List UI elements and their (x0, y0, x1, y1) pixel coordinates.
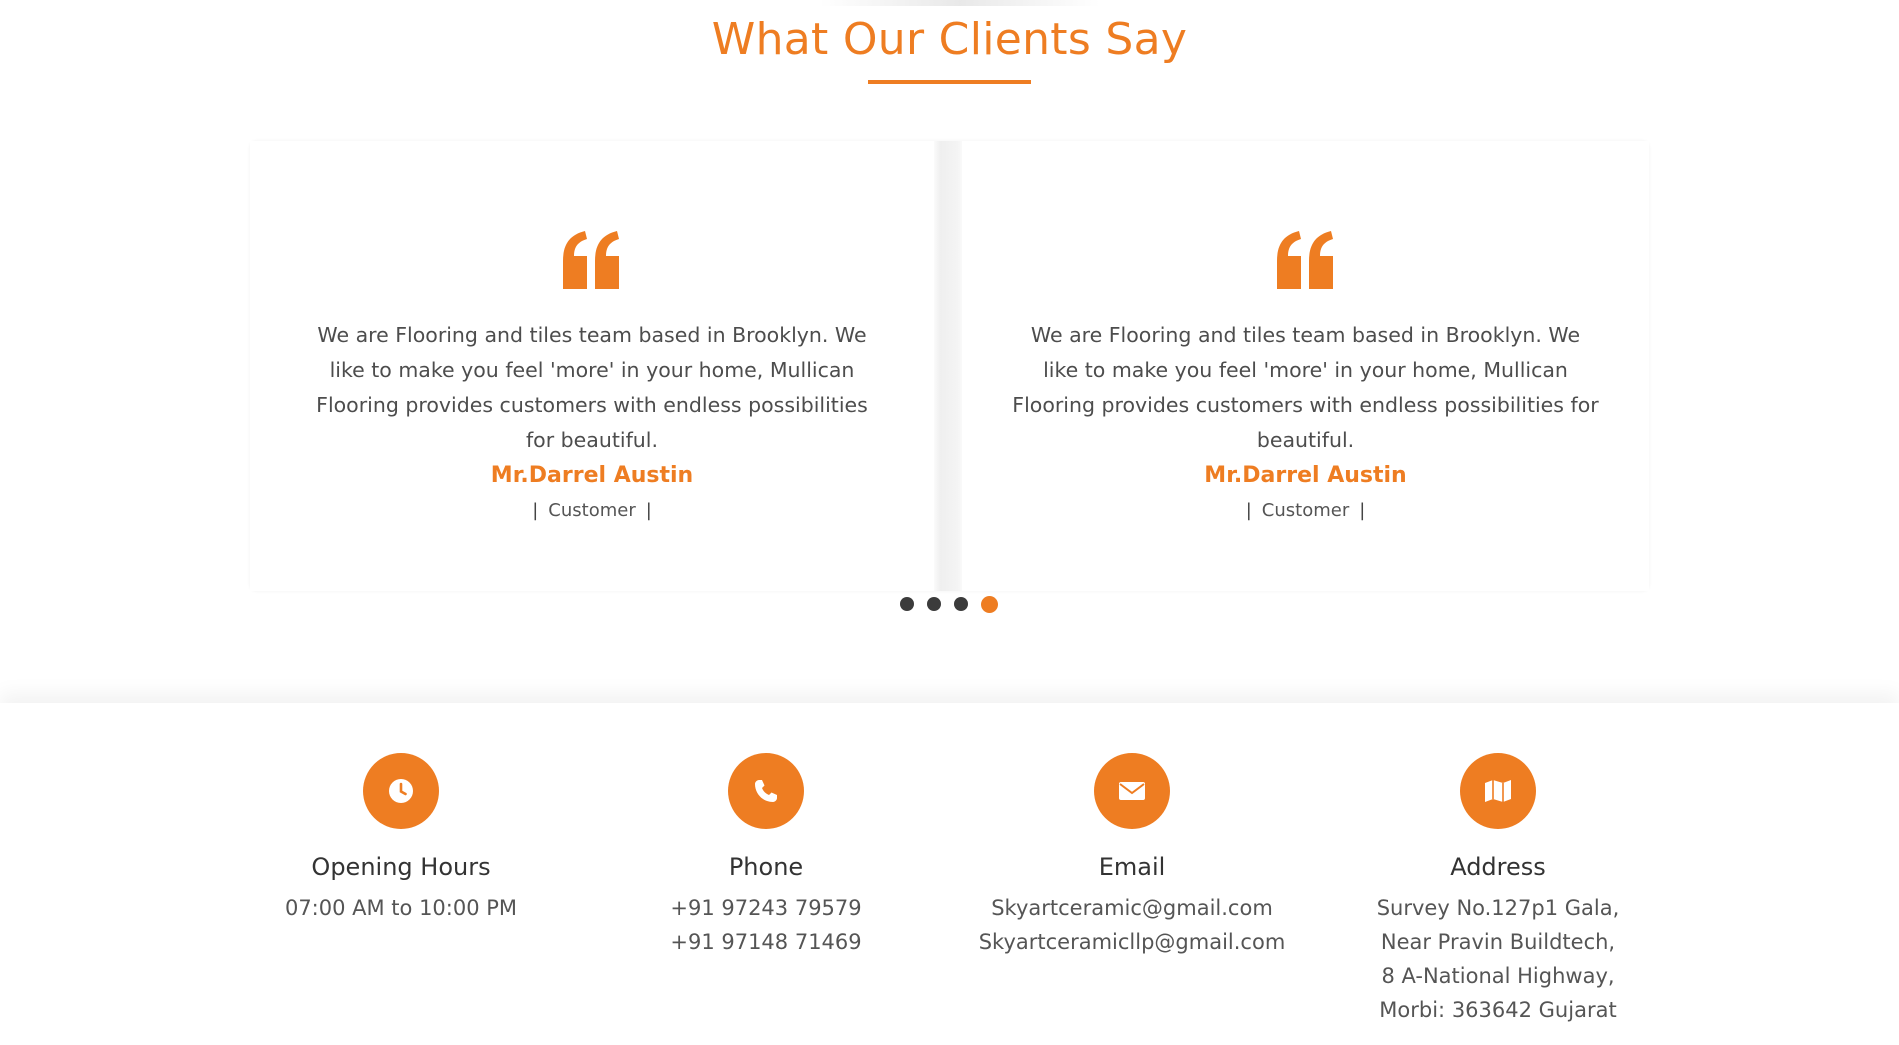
testimonial-quote: We are Flooring and tiles team based in … (316, 323, 868, 452)
clock-icon (363, 753, 439, 829)
address-line: 8 A-National Highway, (1381, 964, 1615, 988)
envelope-icon (1094, 753, 1170, 829)
section-title: What Our Clients Say (711, 14, 1188, 65)
testimonial-card: We are Flooring and tiles team based in … (250, 141, 934, 591)
role-separator-left: | (1245, 500, 1252, 521)
info-lines: Survey No.127p1 Gala, Near Pravin Buildt… (1308, 891, 1688, 1027)
map-icon (1460, 753, 1536, 829)
info-lines: 07:00 AM to 10:00 PM (211, 891, 591, 925)
address-line: Near Pravin Buildtech, (1380, 930, 1616, 954)
email-address[interactable]: Skyartceramicllp@gmail.com (942, 925, 1322, 959)
role-separator-right: | (645, 500, 652, 521)
info-title: Phone (728, 853, 804, 881)
phone-number[interactable]: +91 97148 71469 (576, 925, 956, 959)
info-title: Opening Hours (311, 853, 491, 881)
testimonial-quote: We are Flooring and tiles team based in … (1012, 323, 1599, 452)
quote-icon (962, 225, 1649, 295)
email-address[interactable]: Skyartceramic@gmail.com (942, 891, 1322, 925)
quote-icon (250, 225, 934, 295)
client-role: Customer (548, 500, 636, 521)
testimonial-card: We are Flooring and tiles team based in … (962, 141, 1649, 591)
testimonials-section: What Our Clients Say We are Flooring and… (0, 0, 1899, 703)
info-lines: Skyartceramic@gmail.com Skyartceramicllp… (942, 891, 1322, 959)
phone-number[interactable]: +91 97243 79579 (576, 891, 956, 925)
pagination-dot[interactable] (927, 597, 941, 611)
slider-pagination (900, 595, 1010, 613)
title-fade-decoration (820, 0, 1100, 6)
address-line: Morbi: 363642 Gujarat (1379, 998, 1617, 1022)
role-separator-right: | (1359, 500, 1366, 521)
client-name: Mr.Darrel Austin (1204, 463, 1407, 488)
phone-icon (728, 753, 804, 829)
address-line: Survey No.127p1 Gala, (1376, 896, 1620, 920)
title-underline (868, 80, 1031, 84)
client-name: Mr.Darrel Austin (490, 463, 694, 488)
pagination-dot[interactable] (954, 597, 968, 611)
info-title: Address (1450, 853, 1546, 881)
info-title: Email (1098, 853, 1166, 881)
pagination-dot-active[interactable] (981, 595, 998, 613)
contact-info-section: Opening Hours 07:00 AM to 10:00 PM Phone… (0, 703, 1899, 1045)
client-role-line: | Customer | (250, 500, 934, 521)
client-role-line: | Customer | (962, 500, 1649, 521)
client-role: Customer (1261, 500, 1350, 521)
page: What Our Clients Say We are Flooring and… (0, 0, 1899, 1045)
info-lines: +91 97243 79579 +91 97148 71469 (576, 891, 956, 959)
role-separator-left: | (532, 500, 539, 521)
card-gap (932, 141, 966, 591)
opening-hours-text: 07:00 AM to 10:00 PM (284, 896, 518, 920)
pagination-dot[interactable] (900, 597, 914, 611)
